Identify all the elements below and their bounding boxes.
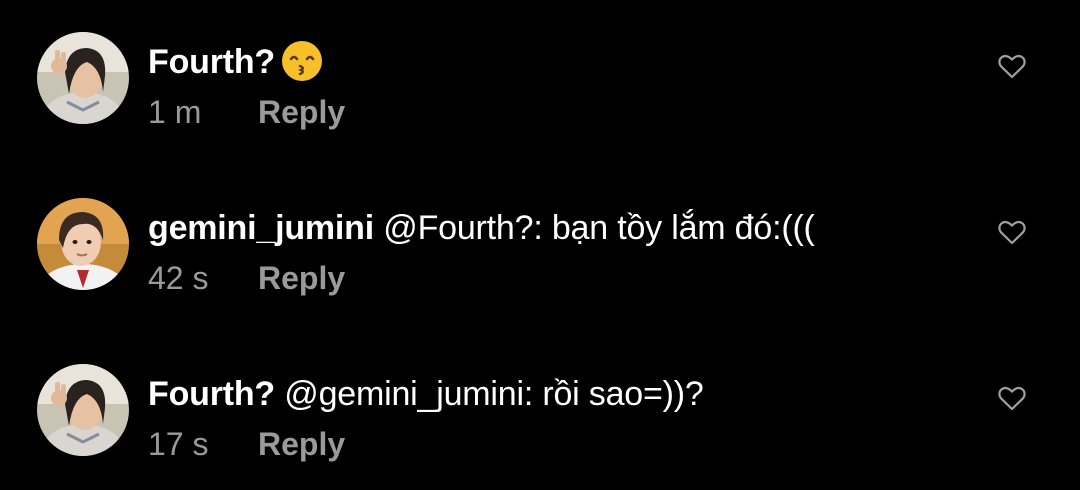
avatar[interactable]: [37, 32, 129, 124]
timestamp: 1 m: [148, 94, 202, 130]
reply-button[interactable]: Reply: [258, 426, 345, 462]
comment-body: rồi sao=))?: [542, 375, 704, 413]
comment-text: gemini_jumini @Fourth?: bạn tồy lắm đó:(…: [148, 208, 815, 248]
comment-thread: Fourth? 1 m Reply gemini_jumini @Fourth?…: [0, 0, 1080, 490]
kissing-face-icon: [281, 40, 323, 82]
avatar[interactable]: [37, 364, 129, 456]
comment-meta: 17 s Reply: [148, 424, 345, 464]
comment-meta: 1 m Reply: [148, 92, 345, 132]
comment-text: Fourth?: [148, 40, 323, 82]
timestamp: 17 s: [148, 426, 209, 462]
mention-link[interactable]: @Fourth?:: [383, 209, 543, 247]
timestamp: 42 s: [148, 260, 209, 296]
comment-item: gemini_jumini @Fourth?: bạn tồy lắm đó:(…: [0, 196, 1080, 306]
comment-meta: 42 s Reply: [148, 258, 345, 298]
heart-outline-icon[interactable]: [996, 50, 1028, 82]
username[interactable]: gemini_jumini: [148, 209, 374, 247]
heart-outline-icon[interactable]: [996, 216, 1028, 248]
heart-outline-icon[interactable]: [996, 382, 1028, 414]
reply-button[interactable]: Reply: [258, 94, 345, 130]
comment-item: Fourth? @gemini_jumini: rồi sao=))? 17 s…: [0, 362, 1080, 472]
mention-link[interactable]: @gemini_jumini:: [284, 375, 533, 413]
username[interactable]: Fourth?: [148, 375, 275, 413]
username[interactable]: Fourth?: [148, 43, 275, 81]
avatar[interactable]: [37, 198, 129, 290]
comment-text: Fourth? @gemini_jumini: rồi sao=))?: [148, 374, 704, 414]
reply-button[interactable]: Reply: [258, 260, 345, 296]
comment-item: Fourth? 1 m Reply: [0, 30, 1080, 140]
comment-body: bạn tồy lắm đó:(((: [551, 209, 815, 247]
